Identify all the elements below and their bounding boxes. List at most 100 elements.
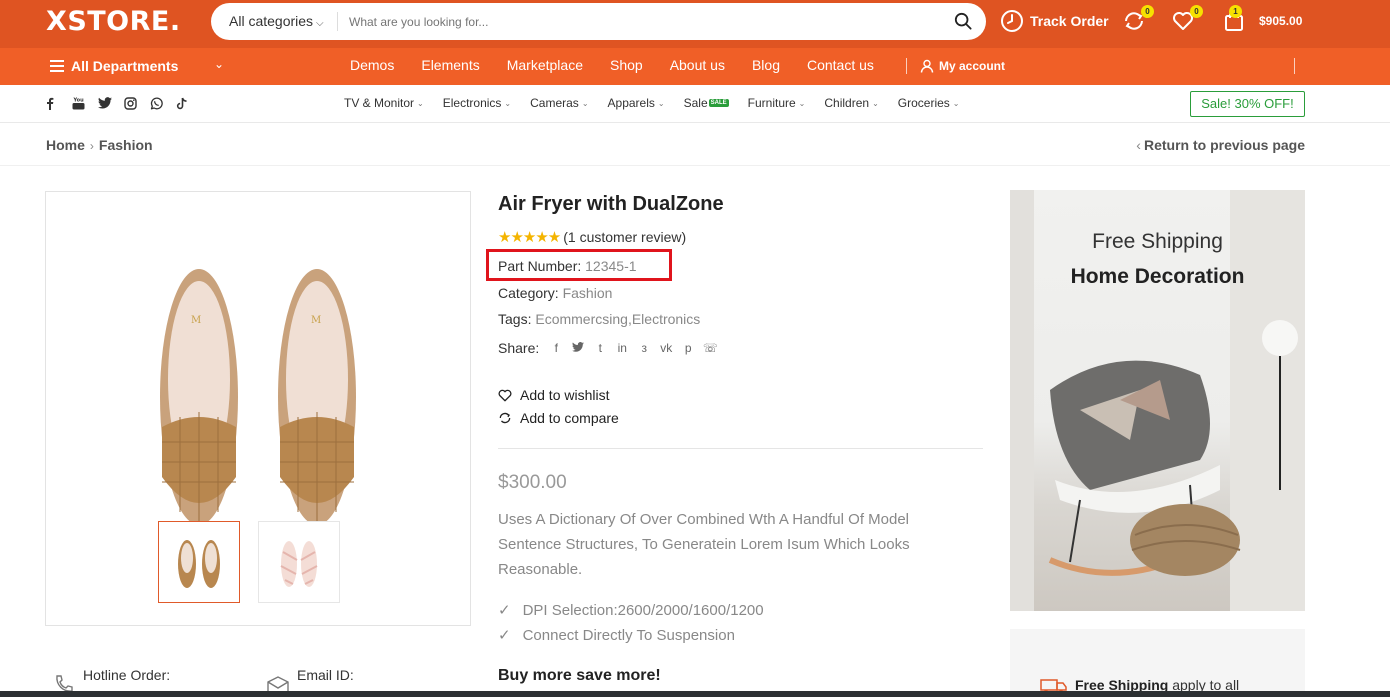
buy-more-heading: Buy more save more! <box>498 667 661 684</box>
category-item-cameras[interactable]: Cameras ⌄ <box>530 96 588 110</box>
promo-banner[interactable]: Free Shipping Home Decoration <box>1010 190 1305 611</box>
category-item-apparels[interactable]: Apparels ⌄ <box>608 96 665 110</box>
thumbnail-loafers[interactable] <box>158 521 240 603</box>
track-order-link[interactable]: Track Order <box>1000 9 1109 33</box>
compare-count-badge: 0 <box>1141 5 1154 18</box>
nav-item-contact-us[interactable]: Contact us <box>807 57 874 73</box>
my-account-link[interactable]: My account <box>920 59 1005 73</box>
vk-share-icon[interactable]: vk <box>655 341 677 355</box>
all-departments-button[interactable]: All Departments <box>50 58 178 74</box>
linkedin-share-icon[interactable]: in <box>611 341 633 355</box>
main-navbar: All Departments ⌄ Demos Elements Marketp… <box>0 48 1390 85</box>
email-id-label: Email ID: <box>297 667 354 683</box>
share-row: Share: f t in з vk p ☏ <box>498 340 721 356</box>
chevron-right-icon: › <box>89 139 94 153</box>
youtube-icon[interactable]: You <box>72 96 98 110</box>
product-price: $300.00 <box>498 472 567 493</box>
add-to-wishlist-button[interactable]: Add to wishlist <box>498 387 609 403</box>
svg-text:M: M <box>191 315 201 326</box>
chevron-down-icon: ⌄ <box>872 98 879 108</box>
clock-icon <box>1001 10 1023 32</box>
search-category-select[interactable]: All categories ⌵ <box>229 13 324 29</box>
category-item-furniture[interactable]: Furniture ⌄ <box>748 96 806 110</box>
svg-text:M: M <box>311 315 321 326</box>
nav-item-marketplace[interactable]: Marketplace <box>507 57 583 73</box>
compare-button[interactable]: 0 <box>1122 5 1154 33</box>
product-gallery: M M <box>45 191 471 626</box>
product-image-left-shoe[interactable]: M <box>158 267 240 527</box>
tiktok-icon[interactable] <box>176 96 202 110</box>
category-label: Sale <box>683 96 708 110</box>
store-logo[interactable]: XSTORE. <box>46 6 181 37</box>
search-bar: All categories ⌵ <box>211 3 986 40</box>
tags-links[interactable]: Ecommercsing,Electronics <box>535 311 700 327</box>
category-item-sale[interactable]: Sale SALE <box>684 96 729 110</box>
nav-item-about-us[interactable]: About us <box>670 57 725 73</box>
wishlist-count-badge: 0 <box>1190 5 1203 18</box>
chevron-left-icon: ‹ <box>1136 137 1141 153</box>
whatsapp-share-icon[interactable]: ☏ <box>699 341 721 355</box>
nav-item-blog[interactable]: Blog <box>752 57 780 73</box>
nav-item-shop[interactable]: Shop <box>610 57 643 73</box>
compare-outline-icon <box>499 412 511 424</box>
nav-divider <box>906 58 907 74</box>
breadcrumb-home[interactable]: Home <box>46 137 85 153</box>
feature-item: ✓ Connect Directly To Suspension <box>498 626 735 645</box>
chevron-down-icon[interactable]: ⌄ <box>214 57 224 71</box>
cart-button[interactable]: 1 <box>1222 5 1246 33</box>
chevron-down-icon: ⌄ <box>657 98 665 108</box>
nav-item-elements[interactable]: Elements <box>421 57 479 73</box>
wishlist-button[interactable]: 0 <box>1171 5 1203 33</box>
my-account-label: My account <box>939 59 1006 73</box>
cart-total[interactable]: $905.00 <box>1259 14 1302 28</box>
part-number-label: Part Number: <box>498 258 582 274</box>
category-label: Electronics <box>442 96 502 110</box>
thumbnail-sandals[interactable] <box>258 521 340 603</box>
chevron-down-icon: ⌄ <box>504 98 512 108</box>
promo-line-2: Home Decoration <box>1070 265 1245 288</box>
add-to-compare-label: Add to compare <box>520 410 619 426</box>
pinterest-share-icon[interactable]: p <box>677 341 699 355</box>
product-description: Uses A Dictionary Of Over Combined Wth A… <box>498 511 910 578</box>
category-label: Cameras <box>530 96 579 110</box>
category-label: Furniture <box>747 96 796 110</box>
add-to-wishlist-label: Add to wishlist <box>520 387 610 403</box>
shipping-info-box: Free Shipping apply to all <box>1010 629 1305 697</box>
facebook-share-icon[interactable]: f <box>545 341 567 355</box>
social-links: You <box>46 96 202 110</box>
breadcrumb-current[interactable]: Fashion <box>99 137 153 153</box>
review-count-link[interactable]: (1 customer review) <box>563 229 686 245</box>
category-item-groceries[interactable]: Groceries ⌄ <box>898 96 960 110</box>
nav-item-demos[interactable]: Demos <box>350 57 394 73</box>
category-nav: TV & Monitor ⌄ Electronics ⌄ Cameras ⌄ Appa… <box>344 96 979 110</box>
category-bar: You TV & Monitor ⌄ Electronics ⌄ Cameras ⌄ … <box>0 85 1390 123</box>
check-icon: ✓ <box>498 627 511 644</box>
breadcrumb: Home › Fashion <box>46 137 153 153</box>
stumbleupon-share-icon[interactable]: з <box>633 341 655 355</box>
bottom-strip <box>0 691 1390 697</box>
track-order-label: Track Order <box>1030 13 1109 29</box>
twitter-icon[interactable] <box>98 96 124 110</box>
add-to-compare-button[interactable]: Add to compare <box>498 410 619 426</box>
whatsapp-icon[interactable] <box>150 96 176 110</box>
twitter-share-icon[interactable] <box>567 341 589 355</box>
feature-text: DPI Selection:2600/2000/1600/1200 <box>522 601 764 619</box>
product-title: Air Fryer with DualZone <box>498 193 724 215</box>
info-divider <box>498 448 983 449</box>
category-item-tv-monitor[interactable]: TV & Monitor ⌄ <box>344 96 424 110</box>
tumblr-share-icon[interactable]: t <box>589 341 611 355</box>
category-link[interactable]: Fashion <box>563 285 613 301</box>
return-previous-link[interactable]: ‹ Return to previous page <box>1136 137 1305 153</box>
facebook-icon[interactable] <box>46 96 72 110</box>
sale-30-off-button[interactable]: Sale! 30% OFF! <box>1190 91 1305 117</box>
heart-outline-icon <box>498 389 512 401</box>
category-item-electronics[interactable]: Electronics ⌄ <box>443 96 511 110</box>
nav-divider <box>1294 58 1295 74</box>
instagram-icon[interactable] <box>124 96 150 110</box>
search-input[interactable] <box>349 11 939 33</box>
search-icon[interactable] <box>954 12 972 30</box>
product-image-right-shoe[interactable]: M <box>276 267 358 527</box>
category-item-children[interactable]: Children ⌄ <box>824 96 878 110</box>
feature-text: Connect Directly To Suspension <box>522 626 735 644</box>
svg-text:You: You <box>73 97 85 103</box>
